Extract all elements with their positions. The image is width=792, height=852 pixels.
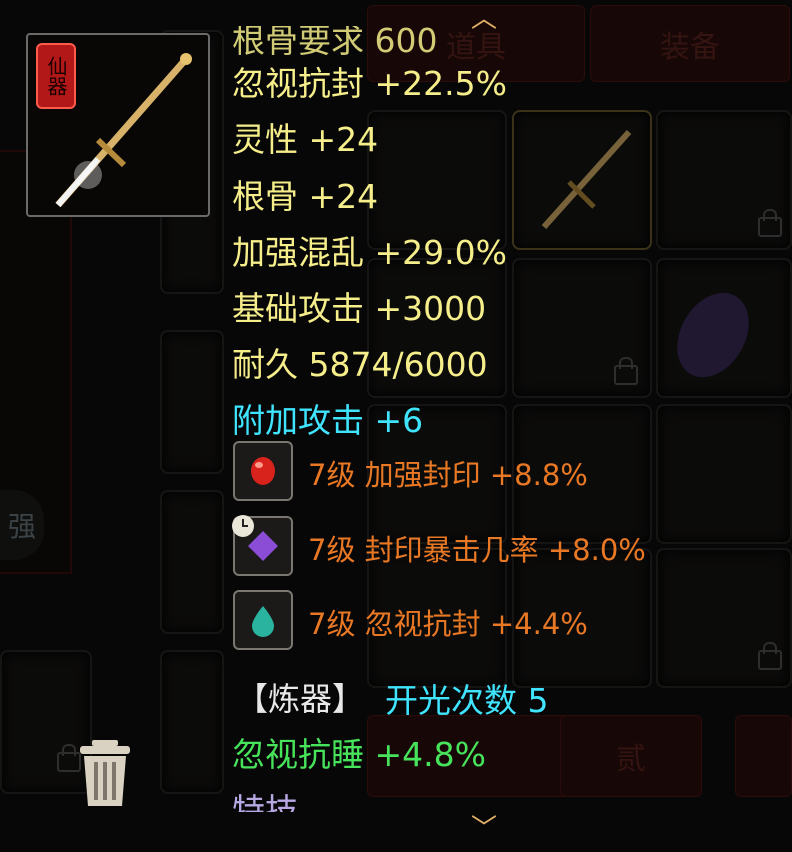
extra-attack-line: 附加攻击 +6 xyxy=(232,401,424,440)
stat-line: 加强混乱 +29.0% xyxy=(232,233,507,272)
rarity-badge-text: 仙器 xyxy=(44,56,68,96)
stat-line: 忽视抗封 +22.5% xyxy=(232,64,507,103)
refine-label: 【炼器】 xyxy=(236,680,365,718)
gem-effect-line: 7级 忽视抗封 +4.4% xyxy=(308,607,588,641)
gem-effect-line: 7级 封印暴击几率 +8.0% xyxy=(308,533,646,567)
cut-top-stat: 根骨要求 600 xyxy=(232,21,438,60)
stat-line: 根骨 +24 xyxy=(232,177,379,216)
gem-slot xyxy=(233,441,293,501)
gem-slot xyxy=(233,590,293,650)
scroll-down-icon[interactable]: ﹀ xyxy=(471,808,497,845)
stat-line: 灵性 +24 xyxy=(232,120,379,159)
scroll-up-icon[interactable]: ︿ xyxy=(471,0,497,35)
refine-value: 开光次数 5 xyxy=(385,681,549,720)
item-tooltip: ︿ 仙器 根骨要求 600 忽视抗封 +22.5% 灵性 +24 根骨 +24 … xyxy=(0,0,792,852)
item-icon-frame: 仙器 xyxy=(26,33,210,217)
stat-line: 基础攻击 +3000 xyxy=(232,289,487,328)
red-gem-icon xyxy=(251,457,275,485)
cut-bottom-stat: 特技 xyxy=(232,791,298,830)
clock-icon xyxy=(232,515,254,537)
stat-line: 耐久 5874/6000 xyxy=(232,345,488,384)
trash-icon[interactable] xyxy=(78,738,132,808)
gem-effect-line: 7级 加强封印 +8.8% xyxy=(308,458,588,492)
refine-stat-line: 忽视抗睡 +4.8% xyxy=(232,735,486,774)
purple-gem-icon xyxy=(248,531,278,561)
teal-gem-icon xyxy=(252,606,274,637)
rarity-badge: 仙器 xyxy=(36,43,76,109)
